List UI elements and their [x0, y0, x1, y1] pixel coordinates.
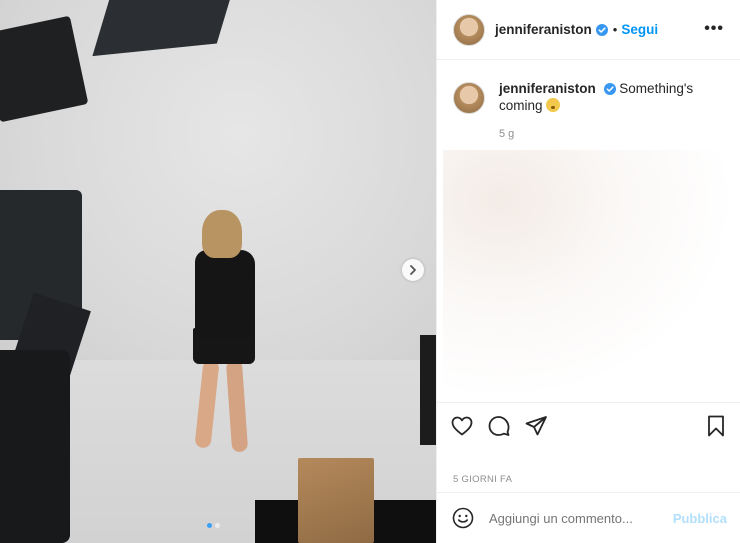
smiley-icon[interactable]: [451, 506, 475, 530]
chevron-right-icon: [410, 265, 416, 275]
verified-badge-icon: [603, 83, 616, 96]
comment-input[interactable]: [489, 510, 664, 526]
caption-avatar[interactable]: [453, 82, 485, 114]
caption-age[interactable]: 5 g: [499, 126, 699, 143]
post-username[interactable]: jenniferaniston: [495, 22, 592, 37]
follow-button[interactable]: Segui: [621, 22, 658, 37]
avatar[interactable]: [453, 13, 485, 46]
hushed-face-emoji-icon: [546, 98, 561, 112]
paper-plane-icon[interactable]: [524, 414, 548, 438]
blurred-comments-area: [443, 150, 735, 400]
publish-button[interactable]: Pubblica: [673, 511, 727, 526]
post-photo[interactable]: [0, 0, 436, 543]
carousel-dot: [215, 523, 220, 528]
comment-icon[interactable]: [487, 414, 511, 438]
separator-dot: •: [612, 22, 618, 37]
action-bar: [437, 402, 740, 444]
post-caption: jenniferaniston Something's coming 5 g: [437, 60, 740, 150]
verified-badge-icon: [595, 23, 608, 36]
next-slide-button[interactable]: [402, 259, 424, 281]
carousel-dot-active: [207, 523, 212, 528]
post-header: jenniferaniston • Segui •••: [437, 0, 740, 60]
comment-bar: Pubblica: [437, 492, 740, 543]
cardboard-box: [298, 458, 374, 543]
post-side-panel: jenniferaniston • Segui ••• jenniferanis…: [436, 0, 740, 543]
post-date[interactable]: 5 GIORNI FA: [453, 474, 512, 485]
more-options-icon[interactable]: •••: [704, 20, 724, 38]
camera-body: [0, 350, 70, 543]
bookmark-icon[interactable]: [704, 414, 728, 438]
woman-figure: [185, 210, 275, 465]
carousel-indicator: [207, 523, 220, 528]
heart-icon[interactable]: [450, 414, 474, 438]
caption-username[interactable]: jenniferaniston: [499, 81, 596, 96]
stool: [420, 335, 436, 445]
